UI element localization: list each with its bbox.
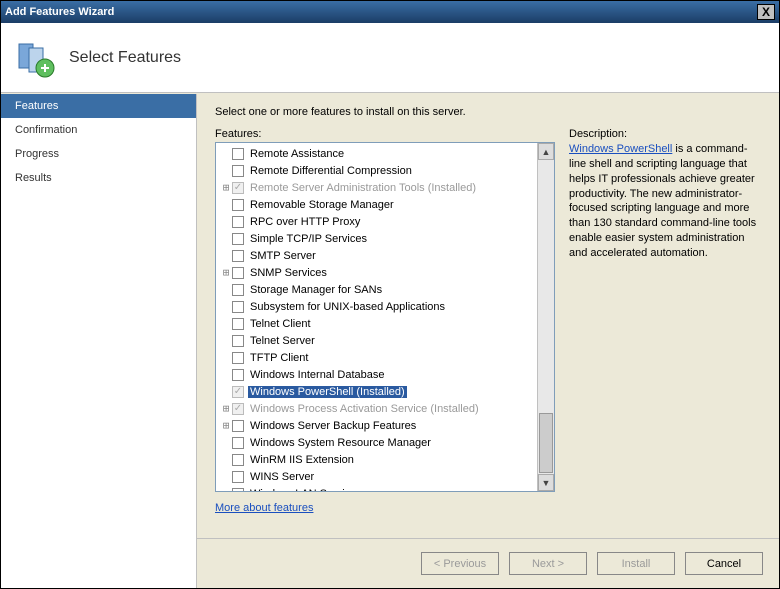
feature-row[interactable]: Simple TCP/IP Services [218, 230, 534, 247]
feature-checkbox[interactable] [232, 335, 244, 347]
feature-checkbox[interactable] [232, 267, 244, 279]
feature-label: Remote Assistance [248, 148, 346, 160]
feature-checkbox[interactable] [232, 454, 244, 466]
feature-row[interactable]: ⊞ SNMP Services [218, 264, 534, 281]
feature-row[interactable]: Subsystem for UNIX-based Applications [218, 298, 534, 315]
description-link[interactable]: Windows PowerShell [569, 143, 672, 155]
feature-checkbox[interactable] [232, 318, 244, 330]
feature-checkbox[interactable] [232, 199, 244, 211]
feature-checkbox[interactable] [232, 301, 244, 313]
feature-row[interactable]: TFTP Client [218, 349, 534, 366]
feature-label: Windows Internal Database [248, 369, 387, 381]
step-confirmation[interactable]: Confirmation [1, 118, 196, 142]
feature-checkbox[interactable] [232, 488, 244, 492]
feature-label: WINS Server [248, 471, 316, 483]
scroll-up-button[interactable]: ▲ [538, 143, 554, 160]
feature-checkbox[interactable] [232, 369, 244, 381]
description-text: is a command-line shell and scripting la… [569, 143, 756, 259]
feature-checkbox[interactable] [232, 165, 244, 177]
more-link-text[interactable]: More about features [215, 502, 313, 514]
feature-label: TFTP Client [248, 352, 310, 364]
feature-row[interactable]: Windows PowerShell (Installed) [218, 383, 534, 400]
cancel-button[interactable]: Cancel [685, 552, 763, 575]
window-title: Add Features Wizard [5, 6, 757, 18]
feature-checkbox [232, 386, 244, 398]
description-label: Description: [569, 128, 761, 140]
feature-checkbox[interactable] [232, 233, 244, 245]
feature-label: Simple TCP/IP Services [248, 233, 369, 245]
feature-checkbox [232, 403, 244, 415]
feature-row[interactable]: ⊞ Windows Process Activation Service (Ins… [218, 400, 534, 417]
more-about-features-link[interactable]: More about features [215, 502, 555, 514]
close-button[interactable]: X [757, 4, 775, 20]
feature-label: Removable Storage Manager [248, 199, 396, 211]
feature-row[interactable]: Telnet Client [218, 315, 534, 332]
scroll-down-button[interactable]: ▼ [538, 474, 554, 491]
feature-label: RPC over HTTP Proxy [248, 216, 362, 228]
previous-button[interactable]: < Previous [421, 552, 499, 575]
intro-text: Select one or more features to install o… [215, 106, 761, 118]
feature-checkbox[interactable] [232, 284, 244, 296]
feature-label: Windows System Resource Manager [248, 437, 433, 449]
expander-icon[interactable]: ⊞ [220, 266, 232, 279]
scroll-thumb[interactable] [539, 413, 553, 473]
feature-row[interactable]: Wireless LAN Service [218, 485, 534, 491]
title-bar: Add Features Wizard X [1, 1, 779, 23]
feature-checkbox[interactable] [232, 250, 244, 262]
feature-label: Storage Manager for SANs [248, 284, 384, 296]
feature-row[interactable]: ⊞ Remote Server Administration Tools (Ins… [218, 179, 534, 196]
expander-icon[interactable]: ⊞ [220, 419, 232, 432]
feature-label: Remote Differential Compression [248, 165, 414, 177]
feature-row[interactable]: WINS Server [218, 468, 534, 485]
wizard-icon [15, 38, 55, 78]
tree-scrollbar[interactable]: ▲ ▼ [537, 143, 554, 491]
feature-row[interactable]: RPC over HTTP Proxy [218, 213, 534, 230]
description-body: Windows PowerShell is a command-line she… [569, 142, 761, 261]
feature-row[interactable]: Storage Manager for SANs [218, 281, 534, 298]
page-heading: Select Features [69, 49, 181, 67]
main-column: Select one or more features to install o… [196, 94, 779, 588]
feature-label: Telnet Server [248, 335, 317, 347]
step-features[interactable]: Features [1, 94, 196, 118]
feature-row[interactable]: Windows Internal Database [218, 366, 534, 383]
feature-label: Telnet Client [248, 318, 313, 330]
features-tree[interactable]: Remote Assistance Remote Differential Com… [215, 142, 555, 492]
feature-label: Windows Process Activation Service (Inst… [248, 403, 481, 415]
expander-icon[interactable]: ⊞ [220, 402, 232, 415]
feature-label: Wireless LAN Service [248, 488, 358, 492]
feature-checkbox[interactable] [232, 437, 244, 449]
feature-label: SNMP Services [248, 267, 329, 279]
feature-checkbox [232, 182, 244, 194]
feature-row[interactable]: SMTP Server [218, 247, 534, 264]
close-icon: X [762, 5, 770, 19]
feature-label: WinRM IIS Extension [248, 454, 356, 466]
feature-row[interactable]: Windows System Resource Manager [218, 434, 534, 451]
feature-label: Remote Server Administration Tools (Inst… [248, 182, 478, 194]
feature-checkbox[interactable] [232, 420, 244, 432]
wizard-steps-sidebar: Features Confirmation Progress Results [1, 94, 196, 588]
feature-checkbox[interactable] [232, 471, 244, 483]
install-button[interactable]: Install [597, 552, 675, 575]
step-results[interactable]: Results [1, 166, 196, 190]
feature-checkbox[interactable] [232, 352, 244, 364]
feature-row[interactable]: Remote Assistance [218, 145, 534, 162]
feature-label: Windows PowerShell (Installed) [248, 386, 407, 398]
feature-row[interactable]: Remote Differential Compression [218, 162, 534, 179]
feature-checkbox[interactable] [232, 216, 244, 228]
feature-row[interactable]: Removable Storage Manager [218, 196, 534, 213]
next-button[interactable]: Next > [509, 552, 587, 575]
expander-icon[interactable]: ⊞ [220, 181, 232, 194]
step-progress[interactable]: Progress [1, 142, 196, 166]
feature-checkbox[interactable] [232, 148, 244, 160]
feature-label: Windows Server Backup Features [248, 420, 418, 432]
button-bar: < Previous Next > Install Cancel [197, 538, 779, 588]
features-label: Features: [215, 128, 555, 140]
feature-row[interactable]: WinRM IIS Extension [218, 451, 534, 468]
feature-row[interactable]: ⊞ Windows Server Backup Features [218, 417, 534, 434]
header-band: Select Features [1, 23, 779, 93]
feature-label: Subsystem for UNIX-based Applications [248, 301, 447, 313]
feature-label: SMTP Server [248, 250, 318, 262]
feature-row[interactable]: Telnet Server [218, 332, 534, 349]
